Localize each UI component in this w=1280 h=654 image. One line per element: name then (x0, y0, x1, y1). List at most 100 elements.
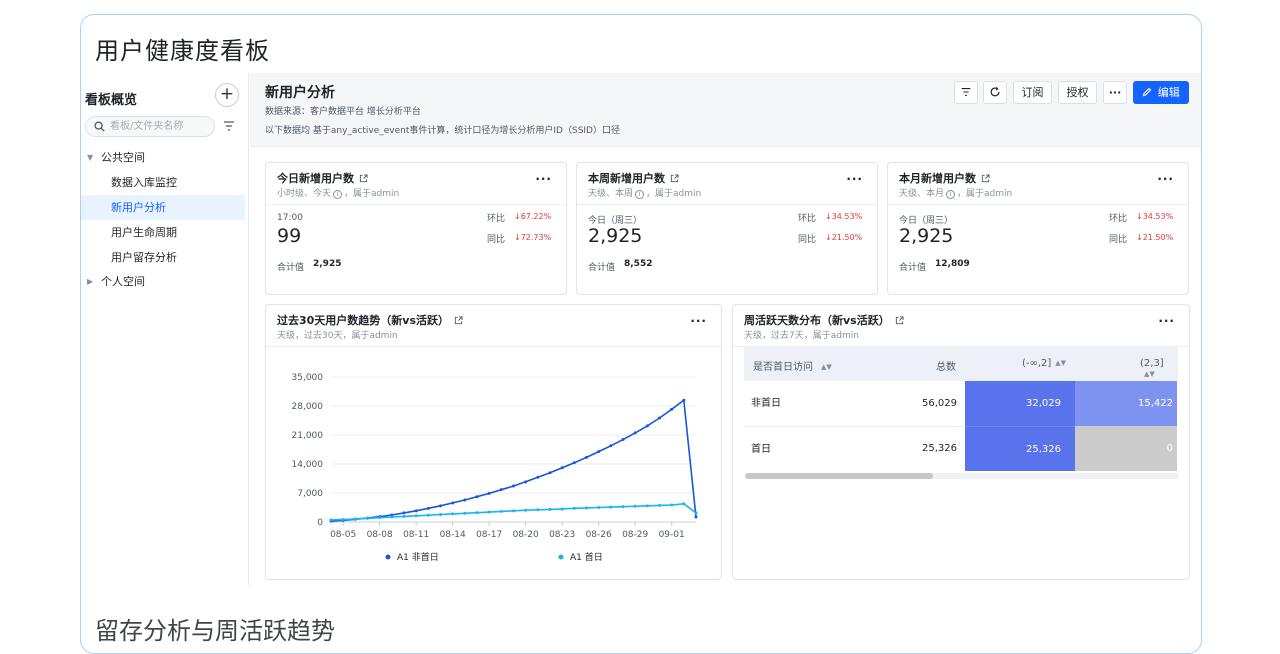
kpi-card-today: 今日新增用户数 小时级、今天 i ，属于admin ··· 17:00 99 环比 … (265, 162, 567, 295)
add-dashboard-button[interactable]: + (215, 83, 239, 107)
data-point (621, 438, 625, 442)
data-point (451, 512, 455, 516)
kpi-card-month: 本月新增用户数 天级、本月 i ，属于admin ··· 今日（周三） 2,925 … (887, 162, 1189, 295)
dashboard-source: 数据来源：客户数据平台 增长分析平台 (265, 107, 421, 117)
data-point (585, 506, 588, 510)
table-cell-bucket-1: 32,029 (965, 381, 1075, 426)
kpi-sum-value: 12,809 (935, 259, 970, 269)
data-point (536, 475, 540, 479)
data-point (512, 484, 515, 488)
kpi-sum-label: 合计值 (899, 263, 927, 273)
card-subtitle-owner: ，属于admin (957, 189, 1013, 199)
kpi-yoy-value: ↓72.73% (514, 233, 552, 242)
data-point (694, 515, 698, 519)
tree-item-personal-space[interactable]: ▶ 个人空间 (81, 269, 245, 294)
legend-marker (558, 554, 564, 560)
kpi-sum-value: 2,925 (313, 259, 342, 269)
info-icon[interactable]: i (946, 190, 956, 199)
legend-marker (385, 554, 391, 560)
info-icon[interactable]: i (333, 190, 343, 199)
data-point (426, 506, 430, 510)
tree-item-user-retention[interactable]: 用户留存分析 (81, 245, 245, 270)
trend-line-chart: 0 7,000 14,000 21,000 28,000 35,000 08-05 08-08… (292, 373, 698, 563)
kpi-sum-label: 合计值 (588, 263, 616, 273)
column-header-bucket-2[interactable]: (2,3]▲▼ (1140, 358, 1178, 380)
card-more-button[interactable]: ··· (1157, 172, 1174, 186)
card-title-text: 过去30天用户数趋势（新vs活跃） (277, 314, 450, 327)
kpi-yoy-label: 同比 (1109, 235, 1128, 245)
data-point (609, 505, 613, 509)
kpi-sum-value: 8,552 (624, 259, 653, 269)
tree-item-public-space[interactable]: ▼ 公共空间 (81, 145, 245, 170)
more-button[interactable]: ··· (1103, 81, 1127, 104)
kpi-card-week: 本周新增用户数 天级、本周 i ，属于admin ··· 今日（周三） 2,925 … (576, 162, 878, 295)
scrollbar-thumb[interactable] (745, 473, 933, 479)
data-point (353, 517, 357, 521)
sidebar: 看板概览 + 看板/文件夹名称 ▼ 公共空间 数据入库监控 新用户分析 用户生命… (81, 73, 249, 585)
data-point (366, 516, 369, 520)
tree-item-user-lifecycle[interactable]: 用户生命周期 (81, 220, 245, 245)
data-point (439, 504, 442, 508)
sidebar-search-input[interactable]: 看板/文件夹名称 (85, 116, 215, 137)
data-point (560, 466, 564, 470)
kpi-value: 2,925 (588, 225, 643, 247)
card-subtitle: 天级，过去30天，属于admin (277, 331, 398, 341)
y-tick-label: 0 (317, 518, 323, 528)
subscribe-button[interactable]: 订阅 (1013, 81, 1052, 104)
data-point (670, 503, 674, 507)
edit-label: 编辑 (1157, 86, 1180, 99)
tree-item-data-ingest-monitor[interactable]: 数据入库监控 (81, 170, 245, 195)
kpi-sum-label: 合计值 (277, 263, 305, 273)
caret-right-icon: ▶ (87, 277, 94, 286)
card-more-button[interactable]: ··· (535, 172, 552, 186)
info-icon[interactable]: i (635, 190, 645, 199)
kpi-yoy-number: 72.73% (520, 233, 552, 242)
data-point (390, 515, 394, 519)
data-point (451, 501, 455, 505)
card-subtitle-text: 小时级、今天 (277, 189, 332, 199)
caret-down-icon: ▼ (87, 153, 94, 162)
data-point (512, 509, 515, 513)
card-subtitle-owner: ，属于admin (344, 189, 400, 199)
card-subtitle: 天级、本月 i ，属于admin (899, 186, 1012, 199)
card-more-button[interactable]: ··· (1158, 314, 1175, 328)
table-cell-bucket-2: 15,422 (1075, 381, 1177, 426)
data-point (670, 407, 674, 411)
table-header: 是否首日访问 ▲▼ 总数 (-∞,2] ▲▼ (2,3]▲▼ (744, 347, 1178, 381)
data-point (414, 509, 418, 513)
data-point (633, 431, 637, 435)
kpi-mom-value: ↓67.22% (514, 212, 552, 221)
data-point (378, 516, 382, 520)
external-link-icon[interactable] (359, 174, 368, 183)
card-subtitle: 天级，过去7天，属于admin (744, 331, 859, 341)
kpi-value: 99 (277, 225, 302, 247)
x-tick-label: 08-29 (622, 530, 648, 540)
data-point (414, 514, 418, 518)
authorize-button[interactable]: 授权 (1058, 81, 1097, 104)
external-link-icon[interactable] (981, 174, 990, 183)
card-more-button[interactable]: ··· (690, 314, 707, 328)
horizontal-scrollbar[interactable] (745, 473, 1179, 479)
refresh-button[interactable] (983, 81, 1007, 104)
external-link-icon[interactable] (670, 174, 679, 183)
card-subtitle-text: 天级、本月 (899, 189, 945, 199)
external-link-icon[interactable] (895, 316, 904, 325)
card-more-button[interactable]: ··· (846, 172, 863, 186)
column-header-first-day[interactable]: 是否首日访问 ▲▼ (753, 358, 832, 373)
column-header-bucket-1[interactable]: (-∞,2] ▲▼ (1022, 358, 1066, 369)
filter-icon[interactable] (222, 119, 236, 133)
data-point (475, 511, 479, 515)
data-point (402, 511, 406, 515)
x-tick-label: 08-14 (440, 530, 466, 540)
series-line (330, 398, 697, 522)
filter-button[interactable] (954, 81, 978, 104)
external-link-icon[interactable] (454, 316, 463, 325)
data-point (597, 506, 601, 509)
edit-button[interactable]: 编辑 (1133, 81, 1189, 104)
tree-item-new-user-analysis[interactable]: 新用户分析 (81, 195, 245, 220)
card-title-text: 今日新增用户数 (277, 172, 354, 185)
column-header-total[interactable]: 总数 (936, 358, 956, 373)
y-tick-label: 35,000 (292, 373, 324, 383)
legend-label: A1 首日 (570, 551, 603, 563)
data-point (548, 507, 552, 511)
